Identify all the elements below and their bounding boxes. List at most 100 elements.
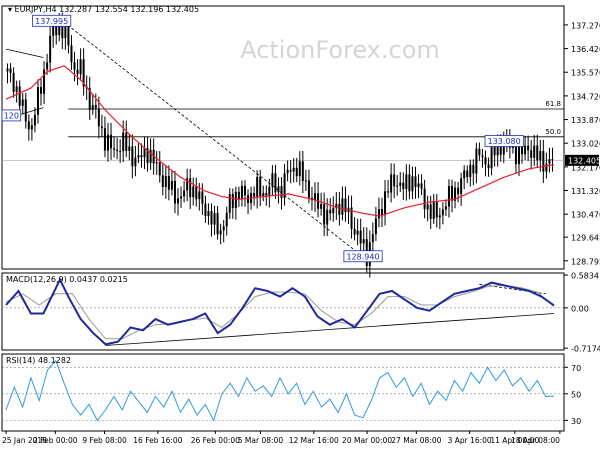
candle-body <box>237 191 240 199</box>
price-y-tick-label: 133.870 <box>571 116 600 125</box>
candle-body <box>40 87 43 94</box>
candle-body <box>292 167 295 172</box>
candle-body <box>530 150 533 158</box>
candle-body <box>195 186 198 200</box>
candle-body <box>338 203 341 215</box>
candle-body <box>134 157 137 167</box>
candle-body <box>119 151 122 153</box>
candle-body <box>177 198 180 204</box>
macd-trendline <box>105 313 555 346</box>
candle-body <box>423 188 426 210</box>
macd-line <box>5 277 555 346</box>
candle-body <box>207 211 210 217</box>
candle-body <box>463 170 466 179</box>
candle-body <box>307 180 310 198</box>
candle-body <box>524 145 527 155</box>
macd-header: MACD(12,26,9) 0.0437 0.0215 <box>6 275 128 284</box>
price-y-tick-label: 134.720 <box>571 92 600 101</box>
candle-body <box>15 86 18 92</box>
candle-body <box>64 25 67 39</box>
candle-body <box>67 25 70 46</box>
x-tick-label: 27 Mar 08:00 <box>391 436 441 445</box>
candle-body <box>91 105 94 110</box>
annotation-label: 137.995 <box>35 17 68 26</box>
candle-body <box>24 99 27 122</box>
rsi-panel: 70 50 30 RSI(14) 48.1282 <box>1 353 581 432</box>
rsi-y-tick-label: 30 <box>571 417 581 426</box>
candle-body <box>225 212 228 227</box>
candle-body <box>438 215 441 218</box>
candle-body <box>487 164 490 169</box>
candle-body <box>234 191 237 208</box>
candle-body <box>265 192 268 196</box>
candle-body <box>149 149 152 163</box>
candle-body <box>384 191 387 216</box>
candle-body <box>155 162 158 164</box>
rsi-line <box>5 359 555 422</box>
candle-body <box>201 191 204 204</box>
candle-body <box>435 201 438 218</box>
candle-body <box>247 195 250 204</box>
candle-body <box>219 230 222 235</box>
macd-y-tick-label: 0.5834 <box>571 272 599 281</box>
candle-body <box>304 180 307 182</box>
candle-body <box>475 148 478 174</box>
candle-body <box>289 169 292 172</box>
candle-body <box>116 149 119 152</box>
candle-body <box>100 126 103 129</box>
candle-body <box>323 204 326 225</box>
candle-body <box>341 198 344 215</box>
candle-body <box>441 209 444 216</box>
fib-level-label: 61.8 <box>545 100 561 108</box>
candle-body <box>332 208 335 214</box>
candle-body <box>103 128 106 151</box>
candle-body <box>198 191 201 200</box>
candle-body <box>539 150 542 161</box>
candle-body <box>411 176 414 192</box>
candle-body <box>356 230 359 235</box>
candle-body <box>210 211 213 225</box>
candle-body <box>481 155 484 158</box>
candle-body <box>329 209 332 214</box>
candle-body <box>268 186 271 196</box>
candle-body <box>274 173 277 193</box>
macd-y-tick-label: 0.00 <box>571 304 589 313</box>
candle-body <box>73 62 76 70</box>
annotation-label: 133.080 <box>488 137 521 146</box>
candle-body <box>12 72 15 92</box>
candle-body <box>192 186 195 198</box>
x-tick-label: 18 Apr 08:00 <box>511 436 560 445</box>
candle-body <box>374 218 377 235</box>
candle-body <box>231 193 234 208</box>
x-tick-label: 26 Feb 00:00 <box>191 436 240 445</box>
candle-body <box>106 134 109 151</box>
candle-body <box>271 173 274 187</box>
candle-body <box>277 186 280 193</box>
price-y-tick-label: 130.470 <box>571 211 600 220</box>
candle-body <box>295 167 298 177</box>
candle-body <box>353 229 356 235</box>
candle-body <box>314 193 317 201</box>
x-tick-label: 16 Feb 16:00 <box>133 436 182 445</box>
forex-chart: ActionForex.com 61.8 50.0 137.995 128.940 13… <box>1 5 600 445</box>
price-y-tick-label: 133.020 <box>571 140 600 149</box>
candle-body <box>484 157 487 165</box>
price-y-tick-label: 129.645 <box>571 234 600 243</box>
candle-body <box>393 174 396 187</box>
candle-body <box>70 45 73 63</box>
price-y-tick-label: 128.795 <box>571 257 600 266</box>
candle-body <box>9 68 12 73</box>
macd-trendline <box>479 283 546 295</box>
candle-body <box>110 134 113 149</box>
candle-body <box>6 68 9 72</box>
candle-body <box>161 175 164 188</box>
candle-body <box>521 146 524 155</box>
candle-body <box>128 146 131 151</box>
candle-body <box>380 209 383 216</box>
candle-body <box>158 162 161 176</box>
candle-body <box>545 163 548 172</box>
candle-body <box>517 146 520 165</box>
candle-body <box>432 201 435 219</box>
price-y-tick-label: 135.570 <box>571 69 600 78</box>
candle-body <box>204 203 207 217</box>
